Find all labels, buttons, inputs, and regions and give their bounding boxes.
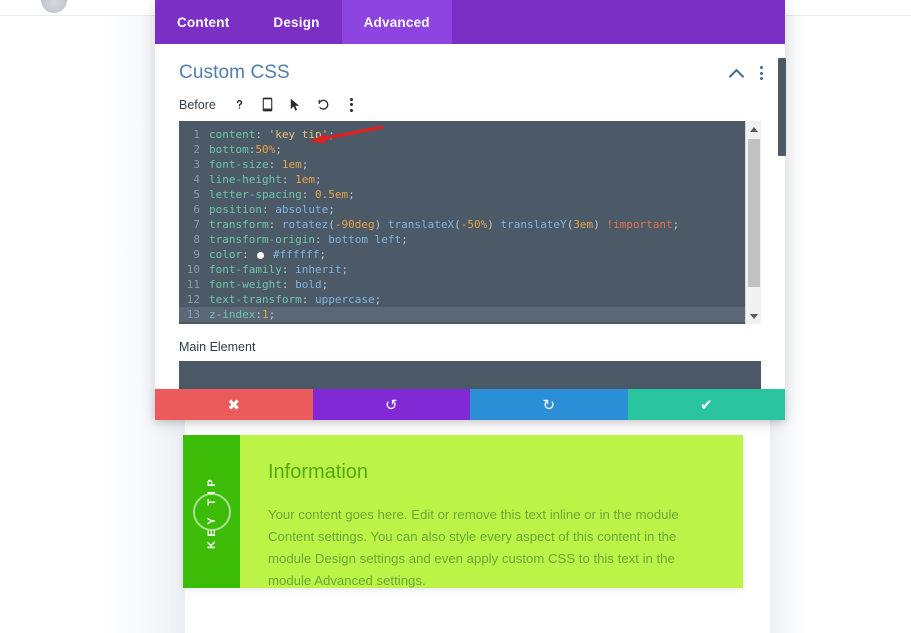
line-number: 8 xyxy=(193,233,200,246)
save-button[interactable]: ✔ xyxy=(627,389,785,420)
line-number: 5 xyxy=(193,188,200,201)
code-text: position: absolute; xyxy=(209,203,335,216)
line-number: 7 xyxy=(193,218,200,231)
color-swatch-icon[interactable] xyxy=(257,251,265,259)
editor-scrollbar-thumb[interactable] xyxy=(748,139,760,287)
code-line[interactable]: 11 font-weight: bold; xyxy=(179,277,745,292)
code-text: letter-spacing: 0.5em; xyxy=(209,188,355,201)
information-body: Information Your content goes here. Edit… xyxy=(240,435,743,588)
section-header-icons xyxy=(730,66,763,80)
code-text: font-family: inherit; xyxy=(209,263,349,276)
device-mobile-icon[interactable] xyxy=(259,96,276,113)
line-number: 4 xyxy=(193,173,200,186)
scroll-up-arrow-icon[interactable] xyxy=(746,121,761,137)
editor-scrollbar[interactable] xyxy=(745,121,761,324)
custom-css-code-editor[interactable]: 1 content: 'key tip'; 2 bottom:50%; 3 font-si… xyxy=(179,121,761,324)
code-text: transform-origin: bottom left; xyxy=(209,233,408,246)
line-number: 1 xyxy=(193,128,200,141)
code-line[interactable]: 4 line-height: 1em; xyxy=(179,172,745,187)
code-line[interactable]: 10 font-family: inherit; xyxy=(179,262,745,277)
css-field-toolbar: Before xyxy=(155,84,785,121)
main-element-label: Main Element xyxy=(179,340,256,354)
help-icon[interactable] xyxy=(231,96,248,113)
redo-button[interactable]: ↻ xyxy=(470,389,628,420)
line-number: 13 xyxy=(186,308,200,321)
code-text: line-height: 1em; xyxy=(209,173,322,186)
code-line[interactable]: 13 z-index:1; xyxy=(179,307,745,322)
code-line[interactable]: 2 bottom:50%; xyxy=(179,142,745,157)
undo-button[interactable]: ↺ xyxy=(312,389,470,420)
custom-css-section-header: Custom CSS xyxy=(155,44,785,84)
kebab-menu-icon[interactable] xyxy=(759,66,763,80)
key-tip-sidebar: KEY TIP xyxy=(183,435,240,588)
line-number: 6 xyxy=(193,203,200,216)
code-text: z-index:1; xyxy=(209,308,276,321)
settings-action-bar: ✖ ↺ ↻ ✔ xyxy=(155,389,785,420)
code-text: text-transform: uppercase; xyxy=(209,293,382,306)
kebab-menu-icon[interactable] xyxy=(343,96,360,113)
code-line[interactable]: 5 letter-spacing: 0.5em; xyxy=(179,187,745,202)
scroll-down-arrow-icon[interactable] xyxy=(746,308,761,324)
code-line[interactable]: 9 color: #ffffff; xyxy=(179,247,745,262)
key-tip-label: KEY TIP xyxy=(205,474,218,549)
code-line[interactable]: 8 transform-origin: bottom left; xyxy=(179,232,745,247)
module-settings-panel: Content Design Advanced Custom CSS Befor… xyxy=(155,0,785,420)
cursor-pointer-icon[interactable] xyxy=(287,96,304,113)
code-text: bottom:50%; xyxy=(209,143,282,156)
line-number: 3 xyxy=(193,158,200,171)
code-text: font-size: 1em; xyxy=(209,158,309,171)
information-text: Your content goes here. Edit or remove t… xyxy=(268,507,679,588)
tab-advanced[interactable]: Advanced xyxy=(341,0,452,44)
settings-tab-bar: Content Design Advanced xyxy=(155,0,785,44)
page-scrollbar[interactable] xyxy=(778,58,786,156)
section-title: Custom CSS xyxy=(179,62,290,83)
code-text: color: #ffffff; xyxy=(209,248,326,261)
line-number: 12 xyxy=(186,293,200,306)
information-title: Information xyxy=(268,461,369,483)
code-line[interactable]: 3 font-size: 1em; xyxy=(179,157,745,172)
code-text: transform: rotatez(-90deg) translateX(-5… xyxy=(209,218,680,231)
panel-body: Custom CSS Before 1 content: 'key tip'; … xyxy=(155,44,785,420)
tab-content[interactable]: Content xyxy=(155,0,251,44)
toolbar-label-before: Before xyxy=(179,97,216,112)
line-number: 2 xyxy=(193,143,200,156)
reset-undo-icon[interactable] xyxy=(315,96,332,113)
information-module: KEY TIP Information Your content goes he… xyxy=(183,435,743,588)
code-line[interactable]: 7 transform: rotatez(-90deg) translateX(-… xyxy=(179,217,745,232)
line-number: 11 xyxy=(186,278,200,291)
chevron-up-icon[interactable] xyxy=(730,66,744,80)
code-text: font-weight: bold; xyxy=(209,278,329,291)
code-line[interactable]: 1 content: 'key tip'; xyxy=(179,127,745,142)
line-number: 10 xyxy=(186,263,200,276)
code-line[interactable]: 12 text-transform: uppercase; xyxy=(179,292,745,307)
code-text: content: 'key tip'; xyxy=(209,128,335,141)
cancel-button[interactable]: ✖ xyxy=(155,389,313,420)
code-lines[interactable]: 1 content: 'key tip'; 2 bottom:50%; 3 font-si… xyxy=(179,121,745,324)
code-line[interactable]: 6 position: absolute; xyxy=(179,202,745,217)
tab-design[interactable]: Design xyxy=(251,0,341,44)
line-number: 9 xyxy=(193,248,200,261)
